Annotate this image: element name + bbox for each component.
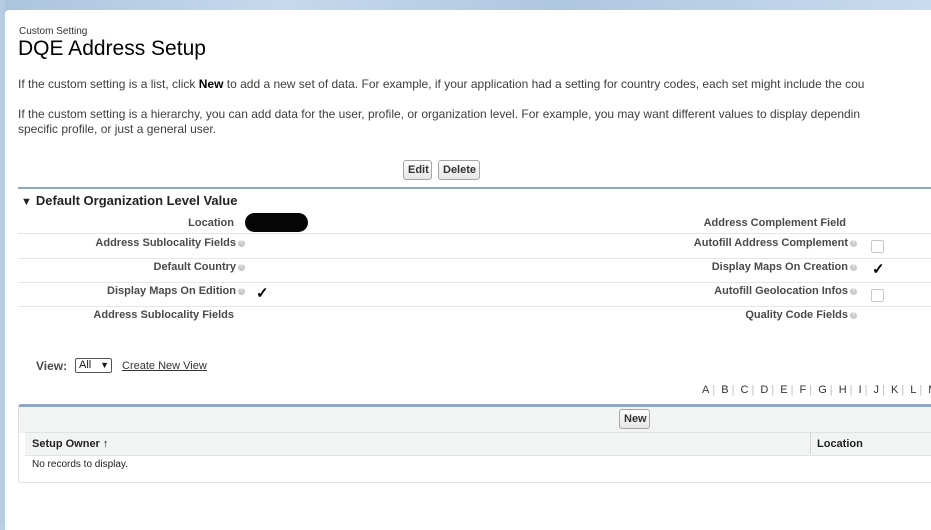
alpha-letter[interactable]: B — [721, 384, 728, 396]
view-label: View: — [36, 359, 68, 373]
help-icon[interactable]: ? — [850, 287, 857, 295]
help-icon[interactable]: ? — [850, 311, 857, 319]
field-label-address-complement: Address Complement Field — [703, 217, 846, 229]
field-label-text: Quality Code Fields — [745, 309, 848, 321]
row-divider — [18, 306, 931, 307]
field-label-location: Location — [188, 217, 234, 229]
alpha-letter[interactable]: F — [800, 384, 807, 396]
triangle-down-icon[interactable]: ▼ — [21, 196, 32, 208]
alpha-letter[interactable]: L — [910, 384, 916, 396]
section-divider — [18, 187, 931, 189]
field-label-display-maps-creation: Display Maps On Creation? — [712, 261, 857, 273]
chevron-down-icon: ▼ — [100, 360, 109, 370]
breadcrumb: Custom Setting — [19, 26, 88, 37]
alpha-letter[interactable]: C — [741, 384, 749, 396]
field-label-address-sublocality-2: Address Sublocality Fields — [93, 309, 234, 321]
column-divider — [810, 433, 811, 454]
empty-list-message: No records to display. — [32, 459, 128, 470]
description-text: If the custom setting is a list, click — [18, 77, 199, 91]
alpha-letter[interactable]: J — [874, 384, 880, 396]
description-hierarchy: If the custom setting is a hierarchy, yo… — [18, 107, 861, 121]
help-icon[interactable]: ? — [850, 239, 857, 247]
help-icon[interactable]: ? — [238, 239, 245, 247]
display-maps-edition-check: ✓ — [256, 285, 269, 302]
help-icon[interactable]: ? — [238, 263, 245, 271]
help-icon[interactable]: ? — [238, 287, 245, 295]
row-divider — [18, 282, 931, 283]
field-label-text: Address Sublocality Fields — [95, 237, 236, 249]
field-label-address-sublocality: Address Sublocality Fields? — [95, 237, 245, 249]
alphabet-filter: A| B| C| D| E| F| G| H| I| J| K| L| M — [702, 384, 931, 396]
alpha-letter[interactable]: G — [818, 384, 827, 396]
alpha-letter[interactable]: D — [760, 384, 768, 396]
help-icon[interactable]: ? — [850, 263, 857, 271]
display-maps-creation-check: ✓ — [872, 261, 885, 278]
field-label-text: Autofill Address Complement — [693, 237, 848, 249]
autofill-address-complement-checkbox — [871, 240, 884, 253]
field-label-text: Display Maps On Edition — [107, 285, 236, 297]
delete-button[interactable]: Delete — [438, 160, 480, 180]
field-label-autofill-geolocation: Autofill Geolocation Infos? — [714, 285, 857, 297]
row-divider — [18, 233, 931, 234]
alpha-letter[interactable]: A — [702, 384, 709, 396]
create-new-view-link[interactable]: Create New View — [122, 360, 207, 372]
description-list: If the custom setting is a list, click N… — [18, 77, 864, 92]
field-label-display-maps-edition: Display Maps On Edition? — [107, 285, 245, 297]
new-button[interactable]: New — [619, 409, 650, 429]
view-select[interactable]: All ▼ — [75, 358, 112, 373]
list-toolbar — [19, 407, 931, 433]
section-title: Default Organization Level Value — [35, 193, 238, 208]
page-title: DQE Address Setup — [18, 37, 206, 60]
column-header-setup-owner[interactable]: Setup Owner ↑ — [32, 438, 108, 450]
alpha-letter[interactable]: E — [780, 384, 787, 396]
page-body: Custom Setting DQE Address Setup If the … — [5, 10, 931, 530]
table-header — [25, 432, 931, 456]
row-divider — [18, 258, 931, 259]
column-header-location[interactable]: Location — [817, 438, 863, 450]
location-value-redacted — [245, 213, 308, 232]
alpha-letter[interactable]: I — [859, 384, 862, 396]
field-label-quality-code: Quality Code Fields? — [745, 309, 857, 321]
view-select-value: All — [79, 359, 92, 371]
autofill-geolocation-checkbox — [871, 289, 884, 302]
field-label-autofill-address-complement: Autofill Address Complement? — [694, 237, 857, 249]
description-hierarchy-cont: specific profile, or just a general user… — [18, 122, 217, 136]
description-new-keyword: New — [198, 77, 224, 91]
alpha-letter[interactable]: K — [891, 384, 898, 396]
section-header[interactable]: ▼ Default Organization Level Value — [21, 193, 237, 208]
field-label-text: Default Country — [153, 261, 237, 273]
description-text: to add a new set of data. For example, i… — [223, 77, 865, 91]
alpha-letter[interactable]: H — [839, 384, 847, 396]
field-label-text: Display Maps On Creation — [711, 261, 848, 273]
field-label-text: Autofill Geolocation Infos — [714, 285, 848, 297]
field-label-default-country: Default Country? — [153, 261, 245, 273]
edit-button[interactable]: Edit — [403, 160, 432, 180]
